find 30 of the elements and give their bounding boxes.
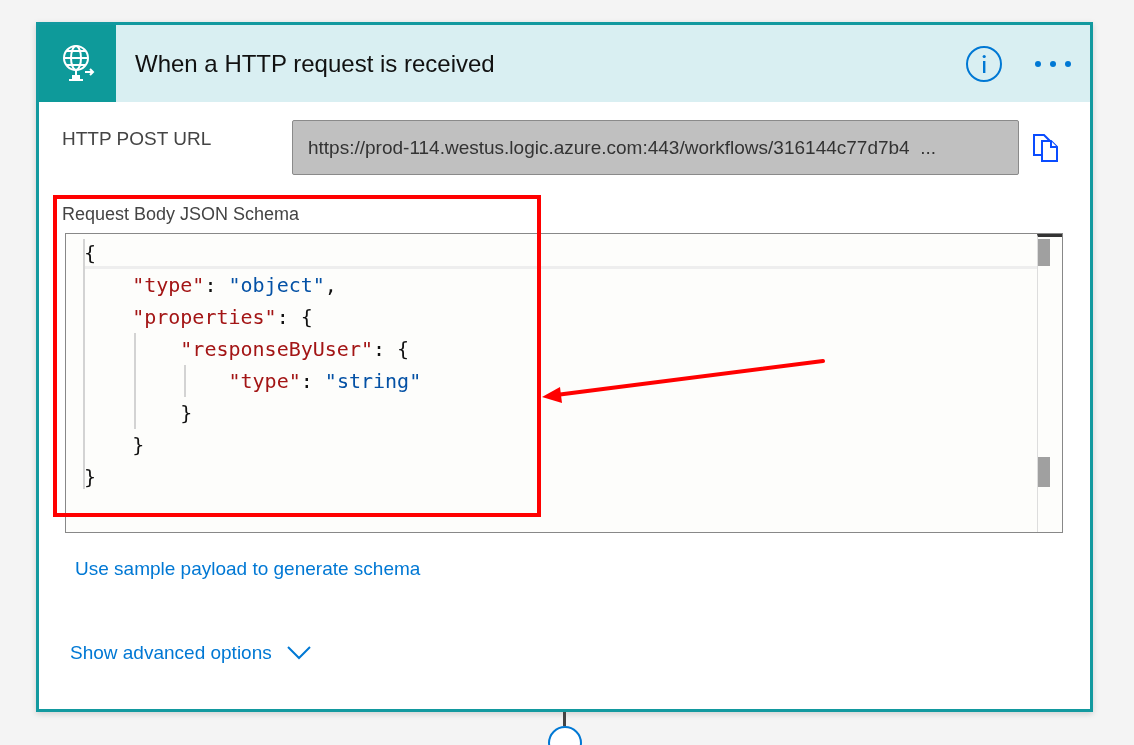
- scroll-marker: [1038, 457, 1050, 487]
- code-text: {: [84, 241, 97, 265]
- code-text: "responseByUser": [179, 337, 373, 361]
- copy-button[interactable]: [1032, 132, 1060, 163]
- code-text: : {: [373, 337, 410, 361]
- code-text: "string": [324, 369, 422, 393]
- show-advanced-button[interactable]: Show advanced options: [70, 642, 311, 664]
- scrollbar[interactable]: [1037, 234, 1062, 532]
- code-text: }: [131, 433, 145, 457]
- code-text: : {: [276, 305, 313, 329]
- code-text: "properties": [131, 305, 277, 329]
- chevron-down-icon: [286, 646, 311, 660]
- code-text: }: [179, 401, 193, 425]
- code-text: :: [300, 369, 314, 393]
- code-text: ,: [324, 273, 337, 297]
- code-text: "type": [227, 369, 301, 393]
- more-options-button[interactable]: [1033, 58, 1073, 69]
- card-title: When a HTTP request is received: [134, 49, 496, 78]
- field-label: Request Body JSON Schema: [62, 204, 300, 225]
- globe-icon: [60, 43, 95, 84]
- field-label: HTTP POST URL: [62, 127, 213, 150]
- sample-payload-link[interactable]: Use sample payload to generate schema: [75, 558, 421, 580]
- info-button[interactable]: [965, 44, 1003, 83]
- code-text: "type": [131, 273, 205, 297]
- code-text: "object": [228, 273, 325, 297]
- url-field[interactable]: https://prod-114.westus.logic.azure.com:443/workflows/316144c77d7b4 ...: [292, 120, 1019, 175]
- code-text: :: [204, 273, 218, 297]
- scroll-thumb[interactable]: [1038, 239, 1050, 266]
- code-text: }: [84, 465, 97, 489]
- code-editor[interactable]: { "type": "object", "properties": { "responseByUser": { "type": "string" } } }: [65, 233, 1063, 533]
